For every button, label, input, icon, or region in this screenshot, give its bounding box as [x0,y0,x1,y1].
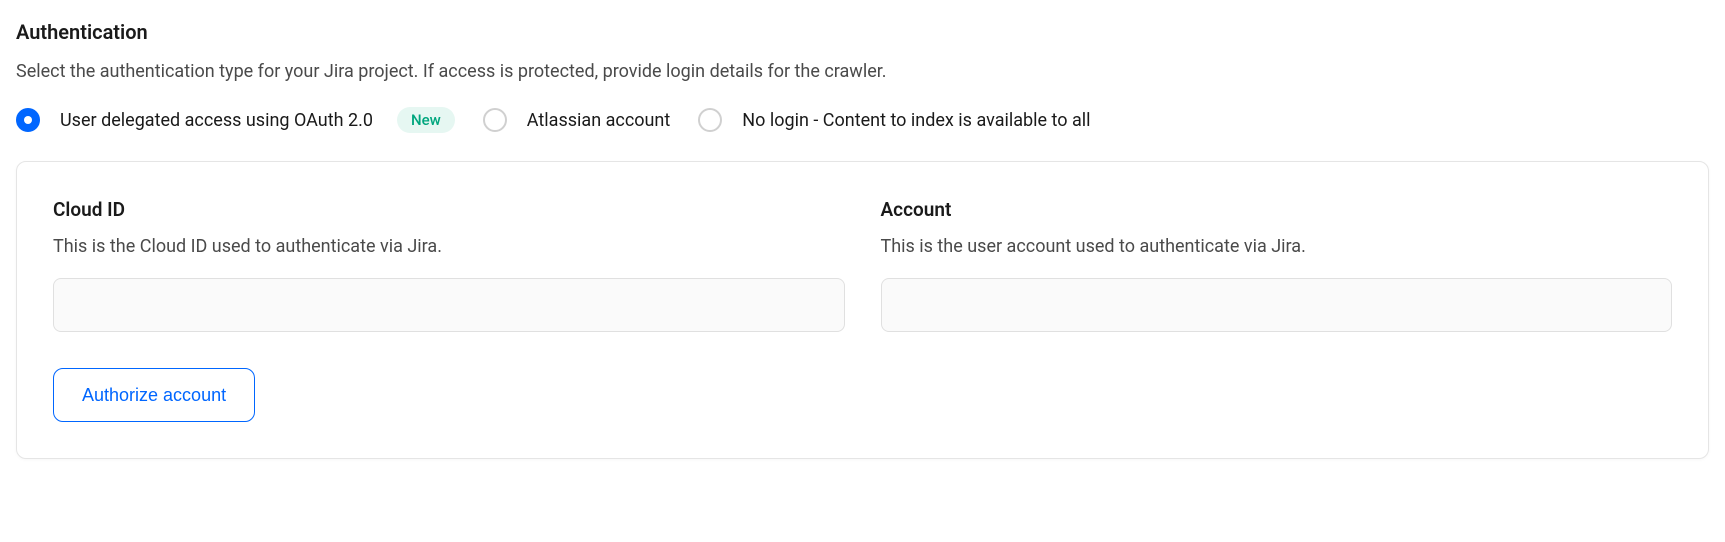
section-title: Authentication [16,20,1709,44]
account-column: Account This is the user account used to… [881,198,1673,332]
form-row: Cloud ID This is the Cloud ID used to au… [53,198,1672,332]
account-description: This is the user account used to authent… [881,233,1673,260]
account-input[interactable] [881,278,1673,332]
radio-option-nologin[interactable]: No login - Content to index is available… [698,108,1090,132]
radio-label: No login - Content to index is available… [742,110,1090,131]
cloud-id-description: This is the Cloud ID used to authenticat… [53,233,845,260]
cloud-id-column: Cloud ID This is the Cloud ID used to au… [53,198,845,332]
auth-details-card: Cloud ID This is the Cloud ID used to au… [16,161,1709,459]
new-badge: New [397,107,455,133]
radio-label: User delegated access using OAuth 2.0 [60,110,373,131]
radio-option-oauth[interactable]: User delegated access using OAuth 2.0 Ne… [16,107,455,133]
radio-circle-icon [483,108,507,132]
cloud-id-input[interactable] [53,278,845,332]
radio-option-atlassian[interactable]: Atlassian account [483,108,670,132]
account-label: Account [881,198,1673,221]
radio-label: Atlassian account [527,110,670,131]
section-description: Select the authentication type for your … [16,58,1709,85]
radio-circle-icon [16,108,40,132]
authorize-account-button[interactable]: Authorize account [53,368,255,422]
authentication-section: Authentication Select the authentication… [16,20,1709,459]
auth-type-radio-group: User delegated access using OAuth 2.0 Ne… [16,107,1709,133]
cloud-id-label: Cloud ID [53,198,845,221]
radio-circle-icon [698,108,722,132]
